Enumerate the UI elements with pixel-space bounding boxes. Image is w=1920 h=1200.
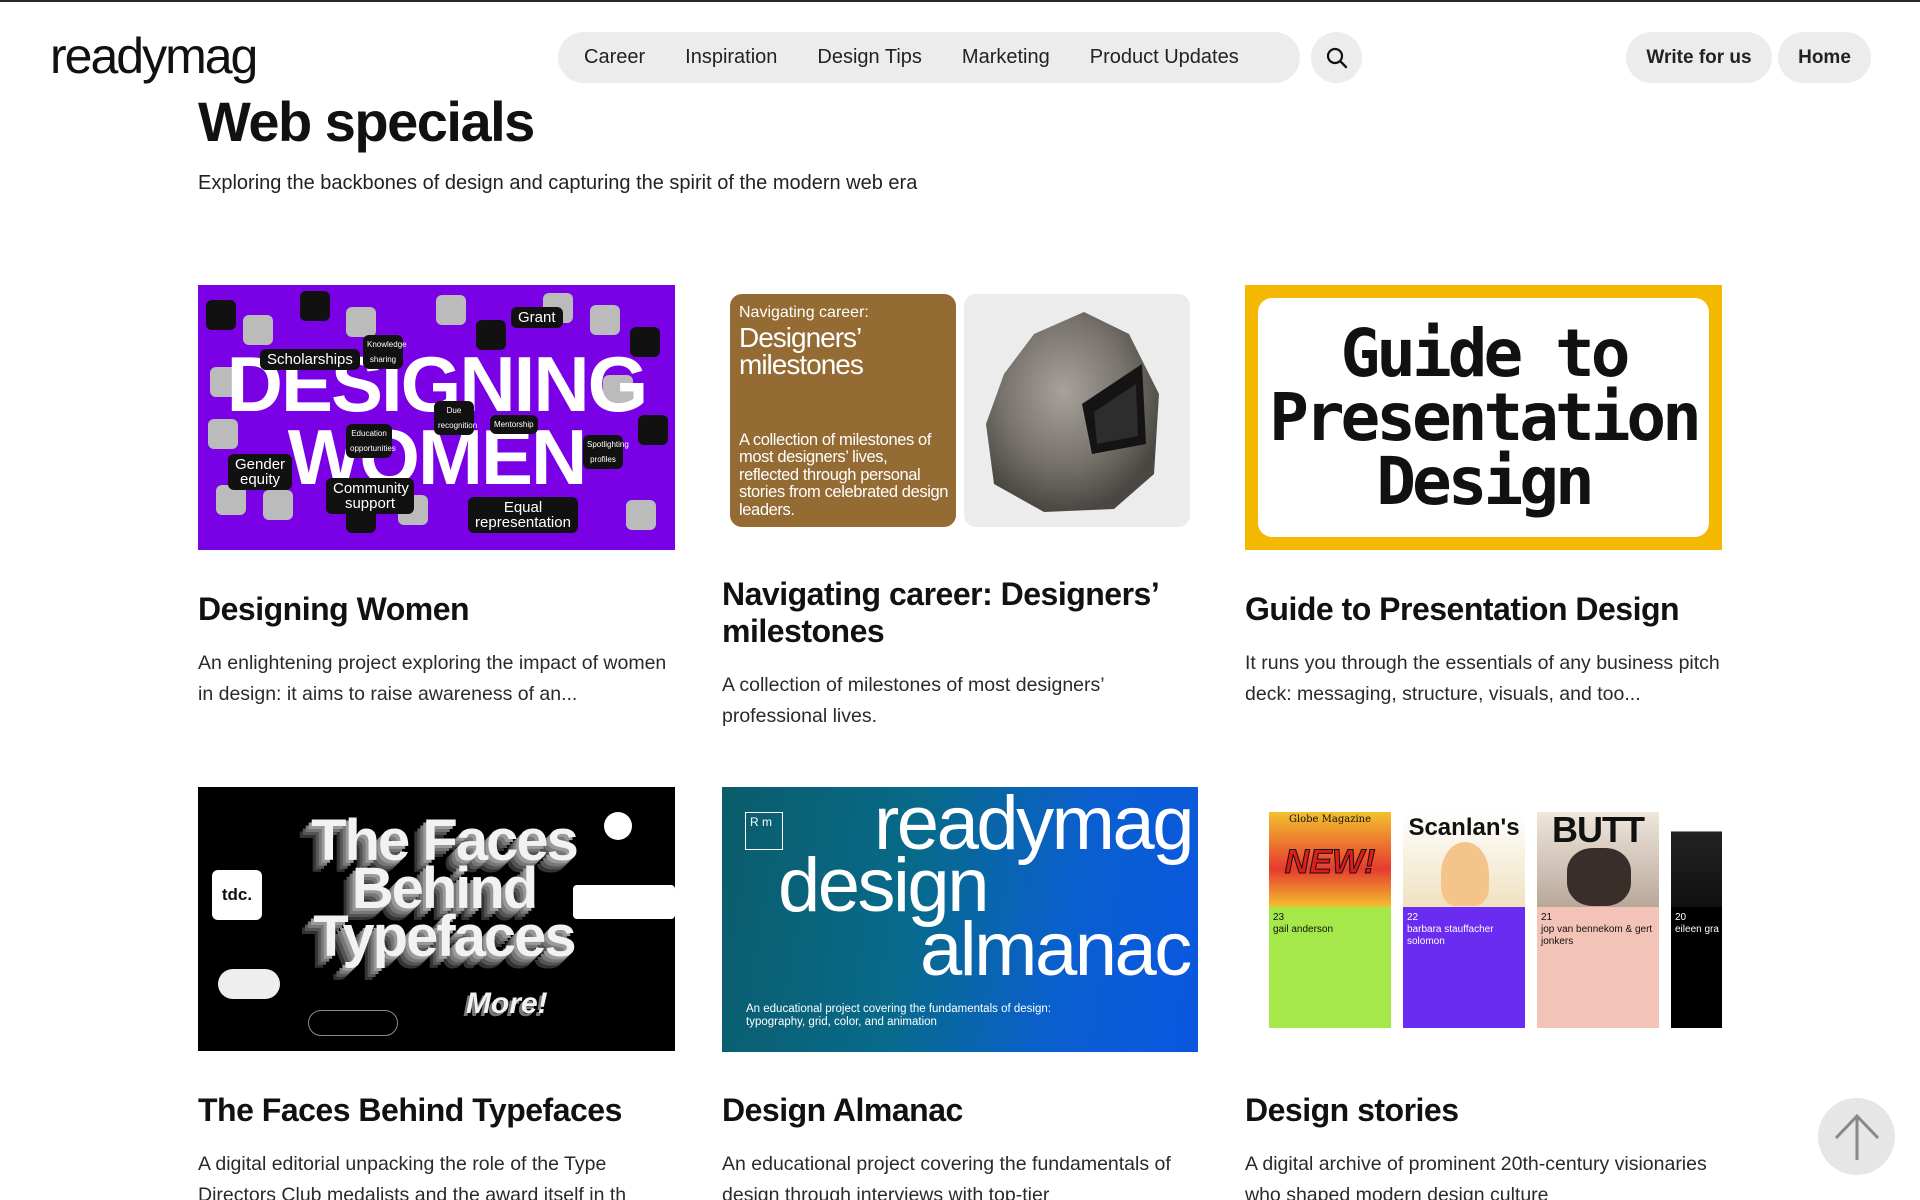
thumb-small-text: An educational project covering the fund… <box>746 1003 1051 1028</box>
tag-mentorship: Mentorship <box>490 415 538 434</box>
cover-number: 22 <box>1407 912 1419 923</box>
cover-figure <box>1567 848 1631 906</box>
card-thumbnail-faces-behind-typefaces[interactable]: tdc. The Faces Behind Typefaces More! <box>198 787 675 1051</box>
cover-art: Scanlan's <box>1403 812 1525 907</box>
page-title: Web specials <box>198 90 535 153</box>
thumb-kicker: Navigating career: <box>739 304 869 321</box>
cover-name: gail anderson <box>1273 924 1334 935</box>
rock-laptop-image <box>964 294 1190 527</box>
nav-marketing[interactable]: Marketing <box>942 46 1070 69</box>
thumb-text: A collection of milestones of most desig… <box>739 430 949 519</box>
card-thumbnail-design-almanac[interactable]: R m readymag design almanac An education… <box>722 787 1198 1052</box>
portrait-thumb <box>626 500 656 530</box>
cover-magazine: Globe Magazine <box>1288 814 1372 825</box>
card-title-presentation-design[interactable]: Guide to Presentation Design <box>1245 591 1680 628</box>
cover-number: 20 <box>1675 912 1687 923</box>
nav-product-updates[interactable]: Product Updates <box>1070 46 1259 69</box>
card-desc-navigating-career: A collection of milestones of most desig… <box>722 674 1104 727</box>
rock-illustration <box>986 312 1159 512</box>
thumb-title: The Faces Behind Typefaces <box>284 812 604 969</box>
tag-spotlighting-profiles: Spotlighting profiles <box>583 435 629 469</box>
cover-art: BUTT <box>1537 812 1659 907</box>
magazine-cover: BUTT 21 jop van bennekom & gert jonkers <box>1537 812 1659 1028</box>
portrait-thumb <box>436 295 466 325</box>
cover-figure <box>1441 842 1489 906</box>
nav-design-tips[interactable]: Design Tips <box>797 46 942 69</box>
thumb-pill-shape <box>218 969 280 999</box>
card-title-design-stories[interactable]: Design stories <box>1245 1092 1459 1129</box>
card-thumbnail-navigating-career[interactable]: Navigating career: Designers’ milestones… <box>730 294 956 527</box>
tag-due-recognition: Due recognition <box>434 401 477 435</box>
write-for-us-button[interactable]: Write for us <box>1626 32 1772 83</box>
thumb-note-card <box>573 885 675 919</box>
scroll-to-top-button[interactable] <box>1818 1098 1895 1175</box>
tag-grant: Grant <box>511 307 563 328</box>
cover-name: jop van bennekom & gert jonkers <box>1541 924 1653 947</box>
card-title-navigating-career[interactable]: Navigating career: Designers’ milestones <box>722 576 1192 650</box>
main-nav: Career Inspiration Design Tips Marketing… <box>558 32 1300 83</box>
tag-gender-equity: Gender equity <box>228 454 292 490</box>
nav-inspiration[interactable]: Inspiration <box>665 46 797 69</box>
magazine-cover: 20 eileen gra <box>1671 812 1722 1028</box>
card-desc-design-almanac: An educational project covering the fund… <box>722 1153 1171 1200</box>
cover-magazine: Scanlan's <box>1408 814 1520 841</box>
page-subtitle: Exploring the backbones of design and ca… <box>198 172 918 194</box>
magazine-cover: Scanlan's 22 barbara stauffacher solomon <box>1403 812 1525 1028</box>
home-button[interactable]: Home <box>1778 32 1871 83</box>
card-desc-faces-behind-typefaces: A digital editorial unpacking the role o… <box>198 1153 627 1200</box>
card-thumbnail-design-stories[interactable]: Globe Magazine NEW! 23 gail anderson Sca… <box>1245 787 1722 1052</box>
tag-education-opportunities: Education opportunities <box>346 424 396 458</box>
portrait-thumb <box>206 300 236 330</box>
thumb-line: Design <box>1376 442 1594 520</box>
tag-community-support: Community support <box>326 478 414 514</box>
portrait-thumb <box>346 307 376 337</box>
cover-name: barbara stauffacher solomon <box>1407 924 1494 947</box>
cover-magazine: BUTT <box>1552 812 1645 850</box>
search-button[interactable] <box>1311 32 1362 83</box>
thumb-line: Typefaces <box>313 904 576 969</box>
thumb-more: More! <box>466 987 548 1020</box>
cover-label: 23 gail anderson <box>1273 912 1333 936</box>
search-icon <box>1326 47 1347 68</box>
cover-art <box>1671 812 1722 907</box>
rm-badge <box>604 812 632 840</box>
card-desc-designing-women: An enlightening project exploring the im… <box>198 652 667 705</box>
cover-label: 20 eileen gra <box>1675 912 1719 936</box>
cover-label: 22 barbara stauffacher solomon <box>1407 912 1525 948</box>
thumb-line: Guide to <box>1340 314 1631 392</box>
card-title-designing-women[interactable]: Designing Women <box>198 591 470 628</box>
cover-headline: NEW! <box>1284 843 1376 882</box>
cover-name: eileen gra <box>1675 924 1719 935</box>
tdc-logo: tdc. <box>212 870 262 920</box>
tag-equal-representation: Equal representation <box>468 497 578 533</box>
magazine-cover: Globe Magazine NEW! 23 gail anderson <box>1269 812 1391 1028</box>
readymag-logo[interactable]: readymag <box>50 26 258 86</box>
portrait-thumb <box>300 291 330 321</box>
cover-number: 23 <box>1273 912 1285 923</box>
window-top-border <box>0 0 1920 2</box>
thumb-caption-pill <box>308 1010 398 1036</box>
card-title-faces-behind-typefaces[interactable]: The Faces Behind Typefaces <box>198 1092 622 1129</box>
tag-scholarships: Scholarships <box>260 349 360 370</box>
card-desc-design-stories: A digital archive of prominent 20th-cent… <box>1245 1153 1707 1200</box>
portrait-thumb <box>590 305 620 335</box>
thumb-word-almanac: almanac <box>920 907 1192 992</box>
thumb-heading: Designers’ milestones <box>739 322 864 380</box>
presentation-title-block: Guide to Presentation Design <box>1258 298 1709 537</box>
cover-label: 21 jop van bennekom & gert jonkers <box>1541 912 1659 948</box>
arrow-up-icon <box>1834 1113 1879 1160</box>
nav-career[interactable]: Career <box>578 46 665 69</box>
card-thumbnail-designing-women[interactable]: DESIGNING WOMEN Scholarships Grant Gende… <box>198 285 675 550</box>
card-desc-presentation-design: It runs you through the essentials of an… <box>1245 652 1720 705</box>
cover-number: 21 <box>1541 912 1553 923</box>
card-thumbnail-presentation-design[interactable]: Guide to Presentation Design <box>1245 285 1722 550</box>
tag-knowledge-sharing: Knowledge sharing <box>363 335 407 369</box>
cover-art: Globe Magazine NEW! <box>1269 812 1391 907</box>
card-title-design-almanac[interactable]: Design Almanac <box>722 1092 963 1129</box>
thumb-line: Presentation <box>1269 378 1702 456</box>
